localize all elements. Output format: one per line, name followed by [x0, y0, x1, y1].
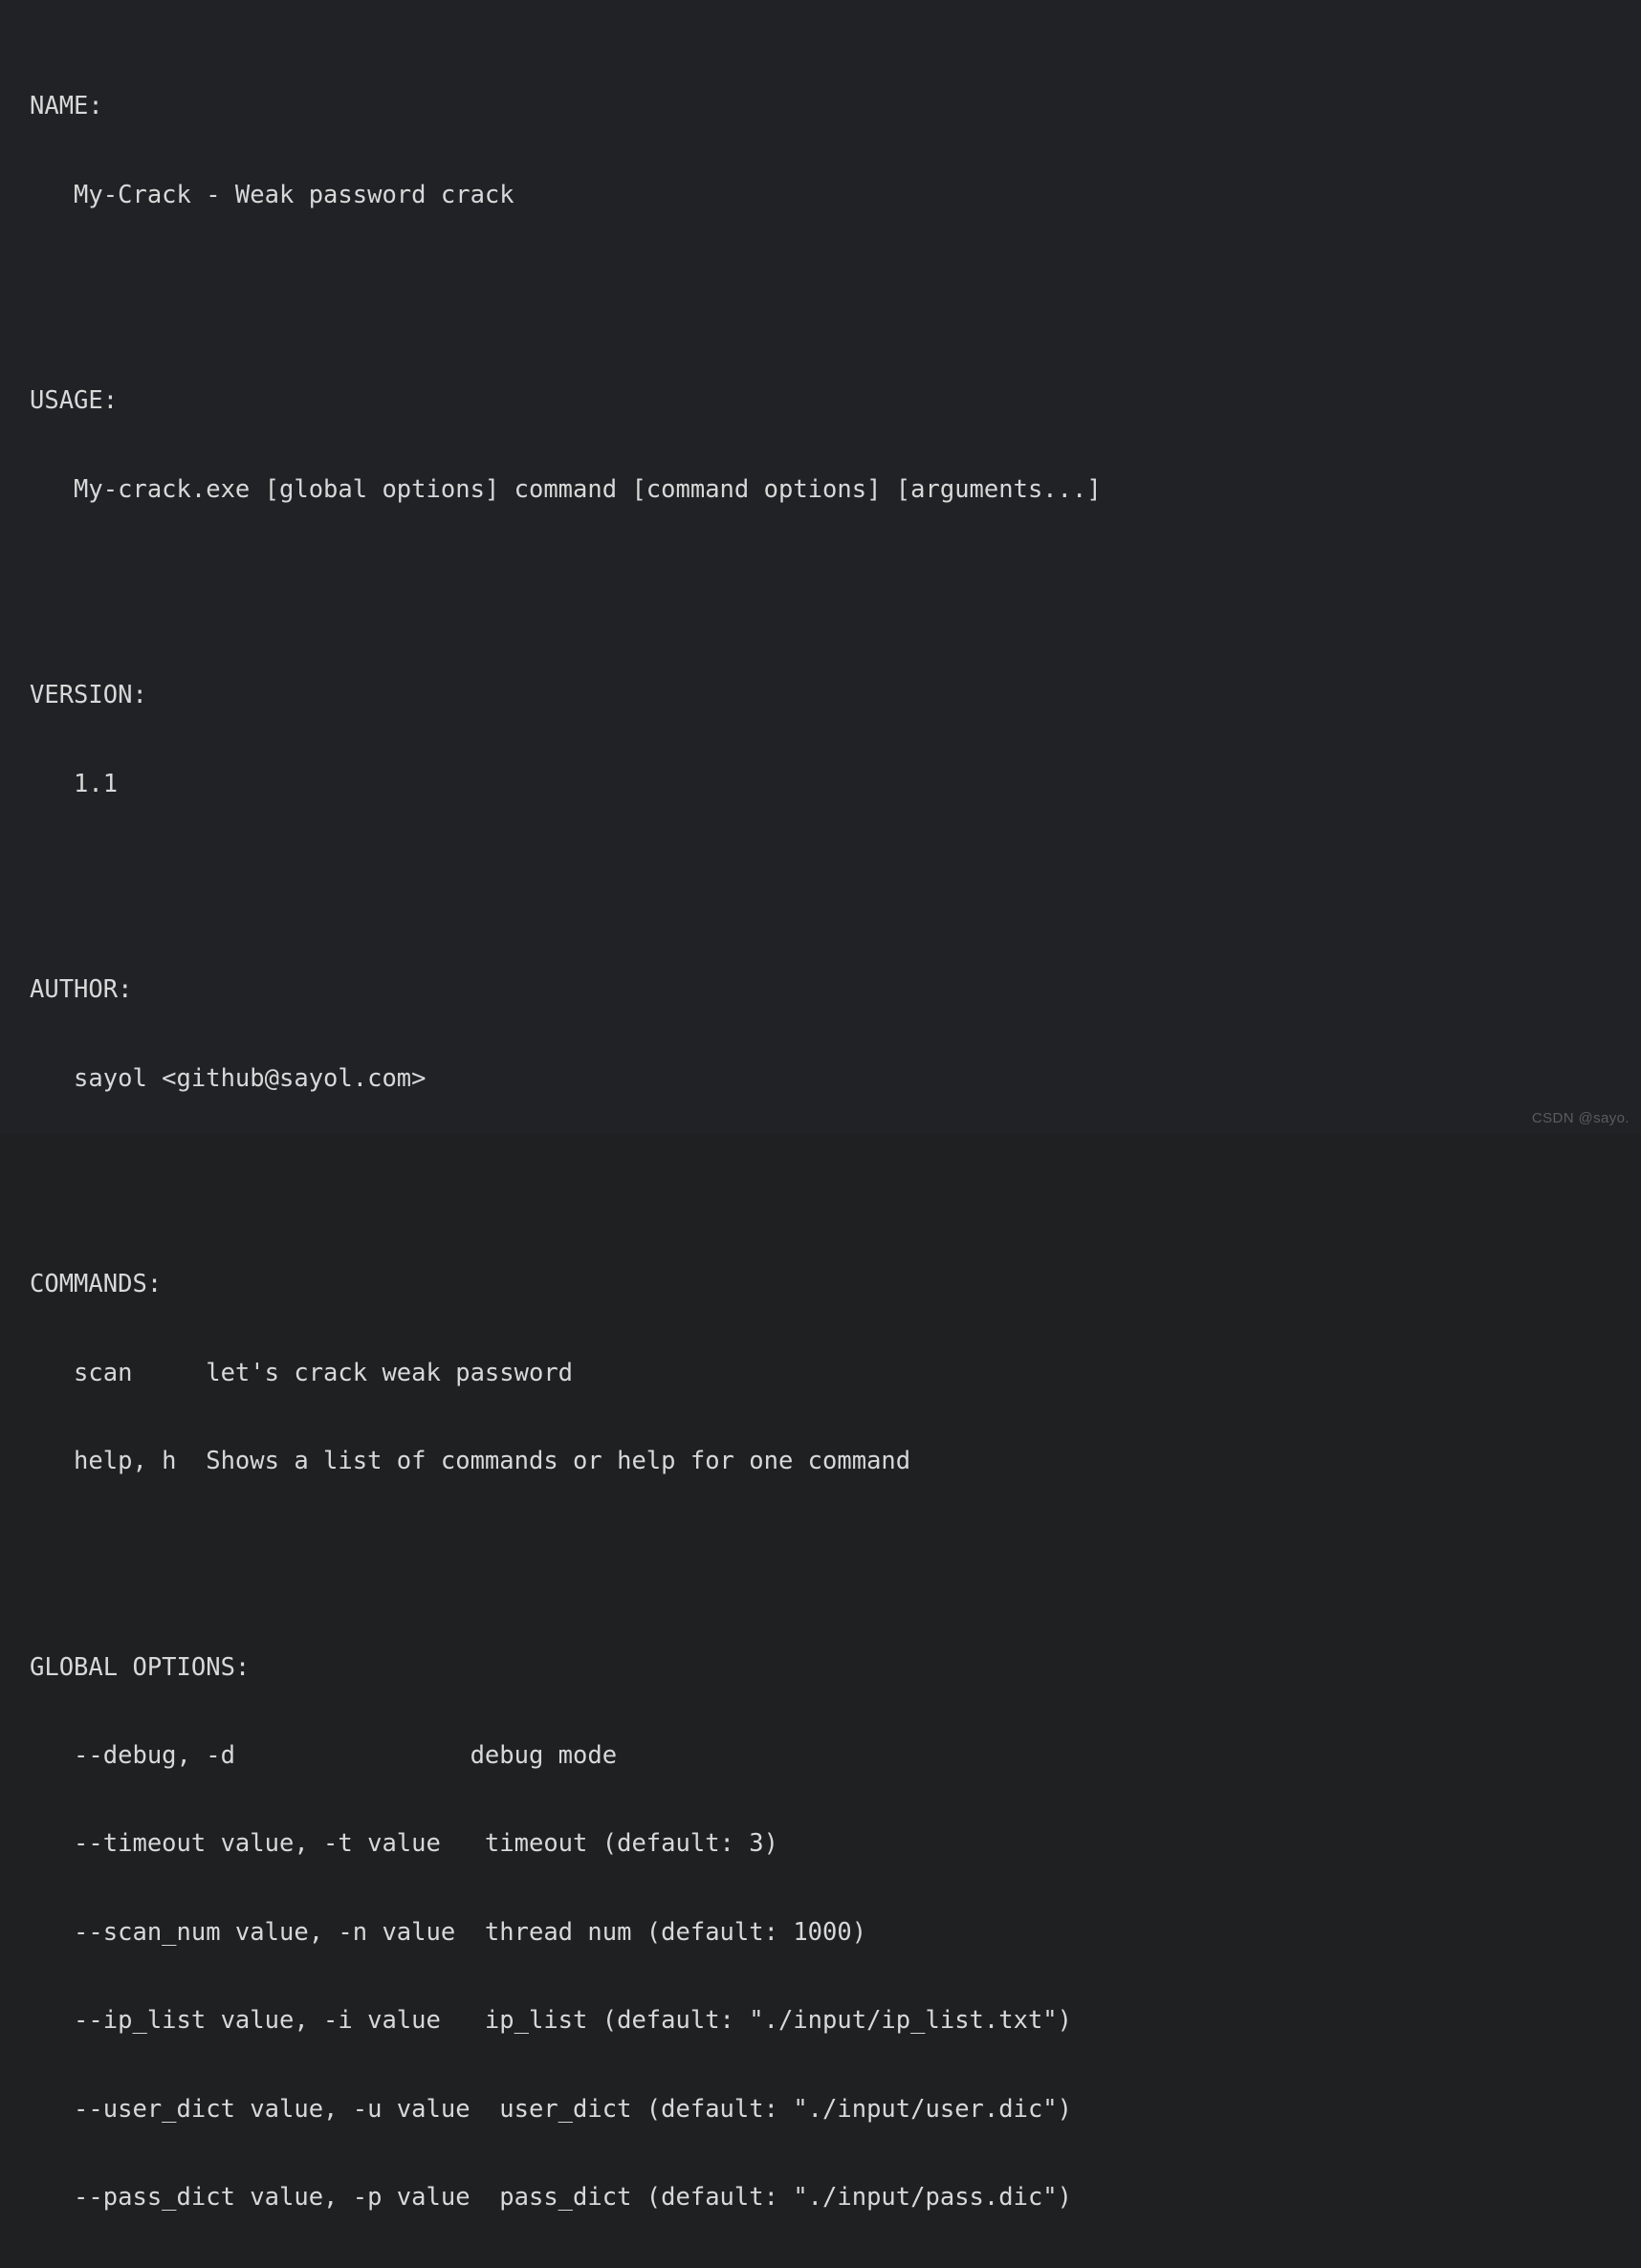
help-name-value: My-Crack - Weak password crack: [30, 180, 514, 209]
help-usage-header: USAGE:: [30, 386, 119, 416]
option-row-scan-num: --scan_num value, -n value thread num (d…: [30, 1917, 867, 1947]
option-row-pass-dict: --pass_dict value, -p value pass_dict (d…: [30, 2182, 1073, 2212]
help-author-value: sayol <github@sayol.com>: [30, 1063, 427, 1093]
help-commands-header: COMMANDS:: [30, 1270, 163, 1299]
help-command-scan: scan let's crack weak password: [30, 1358, 574, 1387]
help-global-options-header: GLOBAL OPTIONS:: [30, 1652, 251, 1682]
help-version-value: 1.1: [30, 769, 119, 798]
help-author-header: AUTHOR:: [30, 975, 133, 1005]
option-row-debug: --debug, -d debug mode: [30, 1741, 618, 1771]
option-row-ip-list: --ip_list value, -i value ip_list (defau…: [30, 2006, 1073, 2036]
option-row-timeout: --timeout value, -t value timeout (defau…: [30, 1829, 778, 1859]
help-name-header: NAME:: [30, 92, 103, 121]
help-usage-value: My-crack.exe [global options] command [c…: [30, 474, 1102, 504]
help-version-header: VERSION:: [30, 681, 147, 710]
option-row-user-dict: --user_dict value, -u value user_dict (d…: [30, 2094, 1073, 2124]
help-command-help: help, h Shows a list of commands or help…: [30, 1447, 911, 1476]
watermark: CSDN @sayo.: [1531, 1110, 1630, 1126]
terminal-window[interactable]: NAME: My-Crack - Weak password crack USA…: [0, 0, 1641, 2212]
